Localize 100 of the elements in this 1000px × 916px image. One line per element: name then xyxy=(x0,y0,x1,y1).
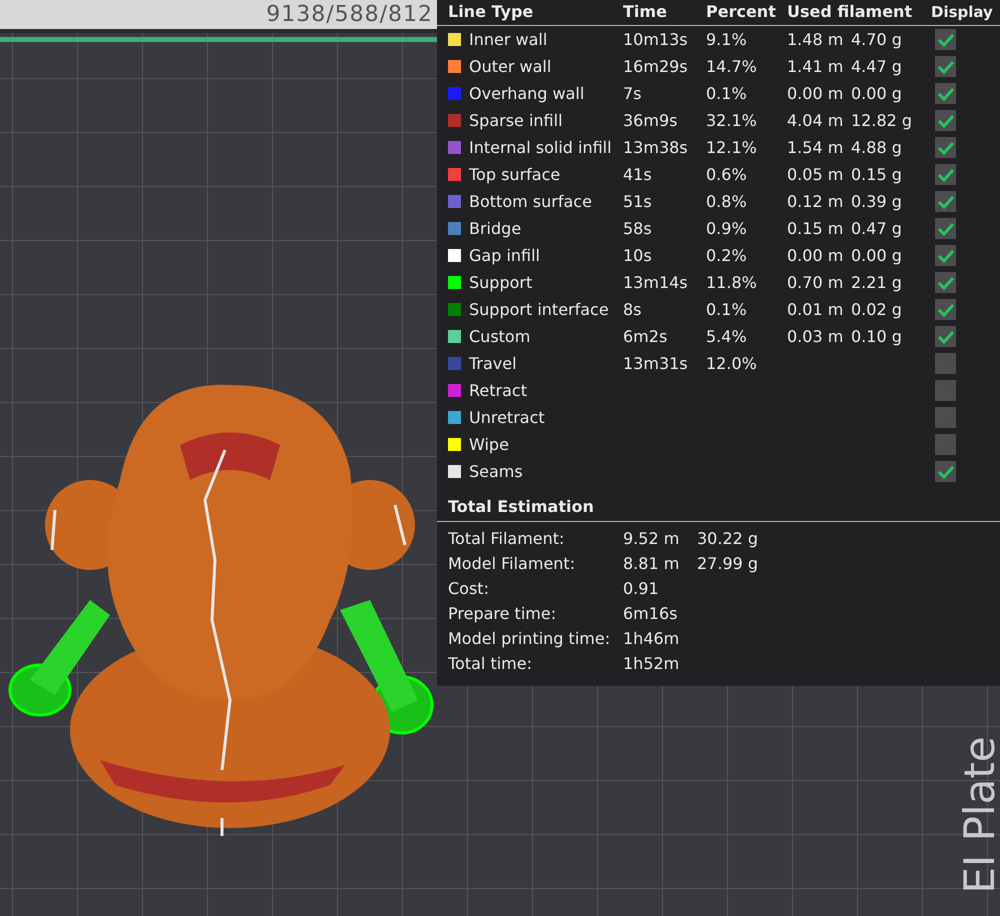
summary-value: 0.91 xyxy=(623,578,660,600)
summary-label: Total Filament: xyxy=(448,528,566,550)
summary-label: Prepare time: xyxy=(448,602,558,624)
percent-value: 9.1% xyxy=(706,28,748,50)
display-checkbox[interactable] xyxy=(935,110,956,131)
percent-value: 0.2% xyxy=(706,244,748,266)
time-value: 13m14s xyxy=(623,272,689,294)
time-value: 13m31s xyxy=(623,352,689,374)
time-value: 51s xyxy=(623,190,653,212)
length-value: 4.04 m xyxy=(787,110,844,132)
summary-label: Cost: xyxy=(448,578,490,600)
display-checkbox[interactable] xyxy=(935,407,956,428)
line-type-label: Outer wall xyxy=(469,56,552,78)
length-value: 0.00 m xyxy=(787,244,844,266)
time-value: 16m29s xyxy=(623,56,689,78)
weight-value: 0.00 g xyxy=(851,244,903,266)
weight-value: 4.70 g xyxy=(851,28,903,50)
line-type-label: Bottom surface xyxy=(469,190,592,212)
display-checkbox[interactable] xyxy=(935,218,956,239)
percent-value: 32.1% xyxy=(706,110,758,132)
line-type-label: Sparse infill xyxy=(469,110,563,132)
weight-value: 12.82 g xyxy=(851,110,914,132)
display-checkbox[interactable] xyxy=(935,434,956,455)
percent-value: 11.8% xyxy=(706,272,758,294)
display-checkbox[interactable] xyxy=(935,272,956,293)
column-header: Display xyxy=(931,2,994,22)
display-checkbox[interactable] xyxy=(935,29,956,50)
summary-value: 6m16s xyxy=(623,602,678,624)
line-type-label: Retract xyxy=(469,380,527,402)
percent-value: 12.1% xyxy=(706,136,758,158)
time-value: 8s xyxy=(623,298,643,320)
line-type-label: Internal solid infill xyxy=(469,136,612,158)
line-type-label: Bridge xyxy=(469,218,522,240)
line-type-label: Top surface xyxy=(469,164,560,186)
weight-value: 4.88 g xyxy=(851,136,903,158)
line-type-label: Travel xyxy=(469,352,517,374)
column-header: Percent xyxy=(706,2,777,23)
percent-value: 12.0% xyxy=(706,352,758,374)
percent-value: 0.9% xyxy=(706,218,748,240)
line-type-label: Custom xyxy=(469,326,530,348)
percent-value: 0.1% xyxy=(706,298,748,320)
display-checkbox[interactable] xyxy=(935,461,956,482)
display-checkbox[interactable] xyxy=(935,137,956,158)
display-checkbox[interactable] xyxy=(935,83,956,104)
line-type-label: Support xyxy=(469,272,532,294)
display-checkbox[interactable] xyxy=(935,326,956,347)
weight-value: 0.39 g xyxy=(851,190,903,212)
display-checkbox[interactable] xyxy=(935,191,956,212)
length-value: 0.12 m xyxy=(787,190,844,212)
summary-value: 8.81 m xyxy=(623,552,680,574)
display-checkbox[interactable] xyxy=(935,164,956,185)
length-value: 0.00 m xyxy=(787,82,844,104)
display-checkbox[interactable] xyxy=(935,380,956,401)
plate-type-label: EI Plate xyxy=(955,735,1000,896)
time-value: 10s xyxy=(623,244,653,266)
line-type-label: Overhang wall xyxy=(469,82,584,104)
length-value: 0.70 m xyxy=(787,272,844,294)
summary-label: Model Filament: xyxy=(448,552,576,574)
time-value: 36m9s xyxy=(623,110,678,132)
line-type-label: Inner wall xyxy=(469,28,548,50)
column-header: Used filament xyxy=(787,2,914,23)
plate-number-label: 9138/588/812 xyxy=(266,4,433,26)
percent-value: 0.8% xyxy=(706,190,748,212)
length-value: 1.48 m xyxy=(787,28,844,50)
percent-value: 14.7% xyxy=(706,56,758,78)
time-value: 10m13s xyxy=(623,28,689,50)
display-checkbox[interactable] xyxy=(935,245,956,266)
length-value: 0.03 m xyxy=(787,326,844,348)
display-checkbox[interactable] xyxy=(935,299,956,320)
length-value: 1.41 m xyxy=(787,56,844,78)
weight-value: 4.47 g xyxy=(851,56,903,78)
percent-value: 5.4% xyxy=(706,326,748,348)
weight-value: 0.15 g xyxy=(851,164,903,186)
summary-label: Total time: xyxy=(448,652,533,674)
percent-value: 0.6% xyxy=(706,164,748,186)
length-value: 0.15 m xyxy=(787,218,844,240)
column-header: Line Type xyxy=(448,2,534,23)
percent-value: 0.1% xyxy=(706,82,748,104)
summary-value: 9.52 m xyxy=(623,528,680,550)
line-type-label: Unretract xyxy=(469,406,545,428)
column-header: Time xyxy=(623,2,668,23)
line-type-label: Support interface xyxy=(469,298,609,320)
time-value: 41s xyxy=(623,164,653,186)
summary-value: 1h46m xyxy=(623,628,680,650)
time-value: 13m38s xyxy=(623,136,689,158)
weight-value: 0.10 g xyxy=(851,326,903,348)
summary-value: 30.22 g xyxy=(697,528,760,550)
line-type-label: Seams xyxy=(469,460,523,482)
length-value: 1.54 m xyxy=(787,136,844,158)
summary-value: 1h52m xyxy=(623,652,680,674)
summary-label: Model printing time: xyxy=(448,628,612,650)
display-checkbox[interactable] xyxy=(935,353,956,374)
weight-value: 0.00 g xyxy=(851,82,903,104)
display-checkbox[interactable] xyxy=(935,56,956,77)
time-value: 7s xyxy=(623,82,643,104)
line-type-label: Gap infill xyxy=(469,244,540,266)
weight-value: 0.47 g xyxy=(851,218,903,240)
summary-value: 27.99 g xyxy=(697,552,760,574)
weight-value: 0.02 g xyxy=(851,298,903,320)
weight-value: 2.21 g xyxy=(851,272,903,294)
